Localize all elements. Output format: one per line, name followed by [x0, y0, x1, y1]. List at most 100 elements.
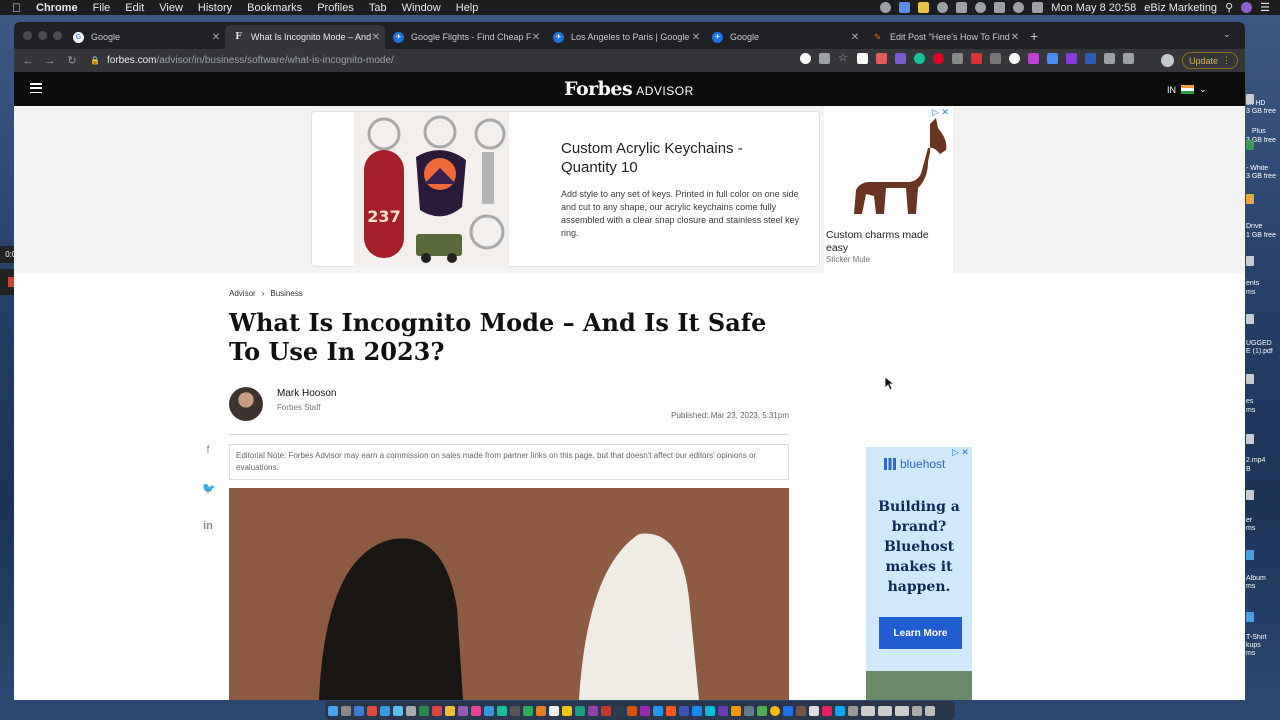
app-icon[interactable]: [744, 705, 754, 716]
tab-search-chevron-icon[interactable]: ⌄: [1223, 29, 1231, 40]
zoom-window-button[interactable]: [53, 31, 62, 40]
apple-icon[interactable]: : [12, 1, 26, 15]
app-icon[interactable]: [575, 705, 585, 716]
settings-icon[interactable]: [880, 2, 892, 13]
wifi-icon[interactable]: [1013, 2, 1025, 13]
google-lens-icon[interactable]: [800, 53, 811, 64]
extension-icon[interactable]: [876, 53, 887, 64]
update-button[interactable]: Update ⋮: [1182, 52, 1238, 69]
bluetooth-icon[interactable]: [994, 2, 1006, 13]
forbes-advisor-logo[interactable]: Forbes ADVISOR: [564, 78, 694, 100]
app-icon[interactable]: [354, 705, 364, 716]
close-tab-icon[interactable]: ✕: [531, 32, 541, 43]
ad-image-strip[interactable]: [866, 671, 972, 700]
app-icon[interactable]: [432, 705, 442, 716]
app-icon[interactable]: [510, 705, 520, 716]
desktop-label[interactable]: Plus: [1252, 128, 1280, 136]
grammarly-icon[interactable]: [914, 53, 925, 64]
control-center-icon[interactable]: ☰: [1260, 1, 1270, 14]
keychain-ad[interactable]: 237 Custom Acrylic Keychains - Quantity …: [311, 111, 820, 268]
app-icon[interactable]: [380, 705, 390, 716]
breadcrumb-advisor[interactable]: Advisor: [229, 289, 256, 298]
extension-icon[interactable]: [1047, 53, 1058, 64]
screen-record-icon[interactable]: [937, 2, 949, 13]
window-thumb-icon[interactable]: [895, 705, 909, 716]
drive-icon[interactable]: [1246, 194, 1254, 204]
learn-more-button[interactable]: Learn More: [879, 617, 962, 649]
desktop-label[interactable]: UGGED: [1246, 340, 1280, 348]
puzzle-icon[interactable]: [1104, 53, 1115, 64]
sticker-mule-ad[interactable]: Custom charms made easy Sticker Mule: [824, 106, 953, 273]
app-icon[interactable]: [445, 705, 455, 716]
time-machine-icon[interactable]: [975, 2, 987, 13]
menu-history[interactable]: History: [198, 2, 232, 14]
menu-view[interactable]: View: [159, 2, 183, 14]
app-icon[interactable]: [419, 705, 429, 716]
desktop-label[interactable]: Drive: [1246, 223, 1280, 231]
pdf-icon[interactable]: [1246, 314, 1254, 324]
app-icon[interactable]: [835, 705, 845, 716]
finder-icon[interactable]: [328, 705, 338, 716]
tab-la-paris[interactable]: ✈ Los Angeles to Paris | Google Flights …: [545, 25, 705, 49]
app-icon[interactable]: [471, 705, 481, 716]
app-icon[interactable]: [809, 705, 819, 716]
tab-forbes-article[interactable]: F What Is Incognito Mode – And Is It Saf…: [225, 25, 385, 49]
app-icon[interactable]: [666, 705, 676, 716]
menubar-account[interactable]: eBiz Marketing: [1144, 2, 1217, 14]
desktop-label[interactable]: Album: [1246, 575, 1280, 583]
folder-icon[interactable]: [1246, 550, 1254, 560]
app-icon[interactable]: [653, 705, 663, 716]
address-bar[interactable]: 🔒 forbes.com/advisor/in/business/softwar…: [90, 51, 855, 70]
extension-icon[interactable]: [1085, 53, 1096, 64]
trash-icon[interactable]: [925, 705, 935, 716]
forward-arrow-icon[interactable]: →: [39, 55, 61, 67]
author-avatar[interactable]: [229, 387, 263, 421]
keychain-ad-image[interactable]: 237: [354, 112, 509, 268]
close-tab-icon[interactable]: ✕: [1010, 32, 1020, 43]
window-thumb-icon[interactable]: [878, 705, 892, 716]
desktop-label[interactable]: 2.mp4: [1246, 457, 1280, 465]
app-icon[interactable]: [588, 705, 598, 716]
drive-icon[interactable]: [1246, 140, 1254, 150]
spotlight-icon[interactable]: ⚲: [1225, 1, 1233, 14]
window-thumb-icon[interactable]: [912, 705, 922, 716]
tab-google-2[interactable]: ✈ Google ✕: [704, 25, 864, 49]
document-icon[interactable]: [1246, 374, 1254, 384]
app-icon[interactable]: [406, 705, 416, 716]
linkedin-icon[interactable]: in: [202, 520, 214, 532]
app-icon[interactable]: [640, 705, 650, 716]
drive-icon[interactable]: [1246, 94, 1254, 104]
reload-icon[interactable]: ↻: [61, 54, 83, 67]
pinterest-icon[interactable]: [933, 53, 944, 64]
minimize-window-button[interactable]: [38, 31, 47, 40]
extension-icon[interactable]: [952, 53, 963, 64]
app-icon[interactable]: [731, 705, 741, 716]
region-selector[interactable]: IN ⌄: [1167, 84, 1207, 95]
tab-google-flights[interactable]: ✈ Google Flights - Find Cheap Flights ✕: [385, 25, 545, 49]
hamburger-menu-icon[interactable]: [30, 83, 42, 93]
menu-window[interactable]: Window: [402, 2, 441, 14]
app-icon[interactable]: [848, 705, 858, 716]
desktop-label[interactable]: ents: [1246, 280, 1280, 288]
app-icon[interactable]: [562, 705, 572, 716]
app-icon[interactable]: [718, 705, 728, 716]
close-tab-icon[interactable]: ✕: [211, 32, 221, 43]
app-icon[interactable]: [614, 705, 624, 716]
extension-icon[interactable]: [895, 53, 906, 64]
close-tab-icon[interactable]: ✕: [691, 32, 701, 43]
menu-help[interactable]: Help: [456, 2, 479, 14]
app-icon[interactable]: [523, 705, 533, 716]
desktop-label[interactable]: T-Shirt: [1246, 634, 1280, 642]
tab-edit-post[interactable]: ✎ Edit Post "Here's How To Find Cheap ✕: [864, 25, 1024, 49]
chrome-icon[interactable]: [770, 705, 780, 716]
app-icon[interactable]: [549, 705, 559, 716]
menu-profiles[interactable]: Profiles: [317, 2, 354, 14]
document-icon[interactable]: [1246, 490, 1254, 500]
desktop-label[interactable]: - White: [1246, 165, 1280, 173]
lock-icon[interactable]: 🔒: [90, 56, 100, 65]
extension-icon[interactable]: [1066, 53, 1077, 64]
app-icon[interactable]: [458, 705, 468, 716]
video-icon[interactable]: [1246, 434, 1254, 444]
twitter-icon[interactable]: 🐦: [202, 482, 216, 495]
app-icon[interactable]: [627, 705, 637, 716]
